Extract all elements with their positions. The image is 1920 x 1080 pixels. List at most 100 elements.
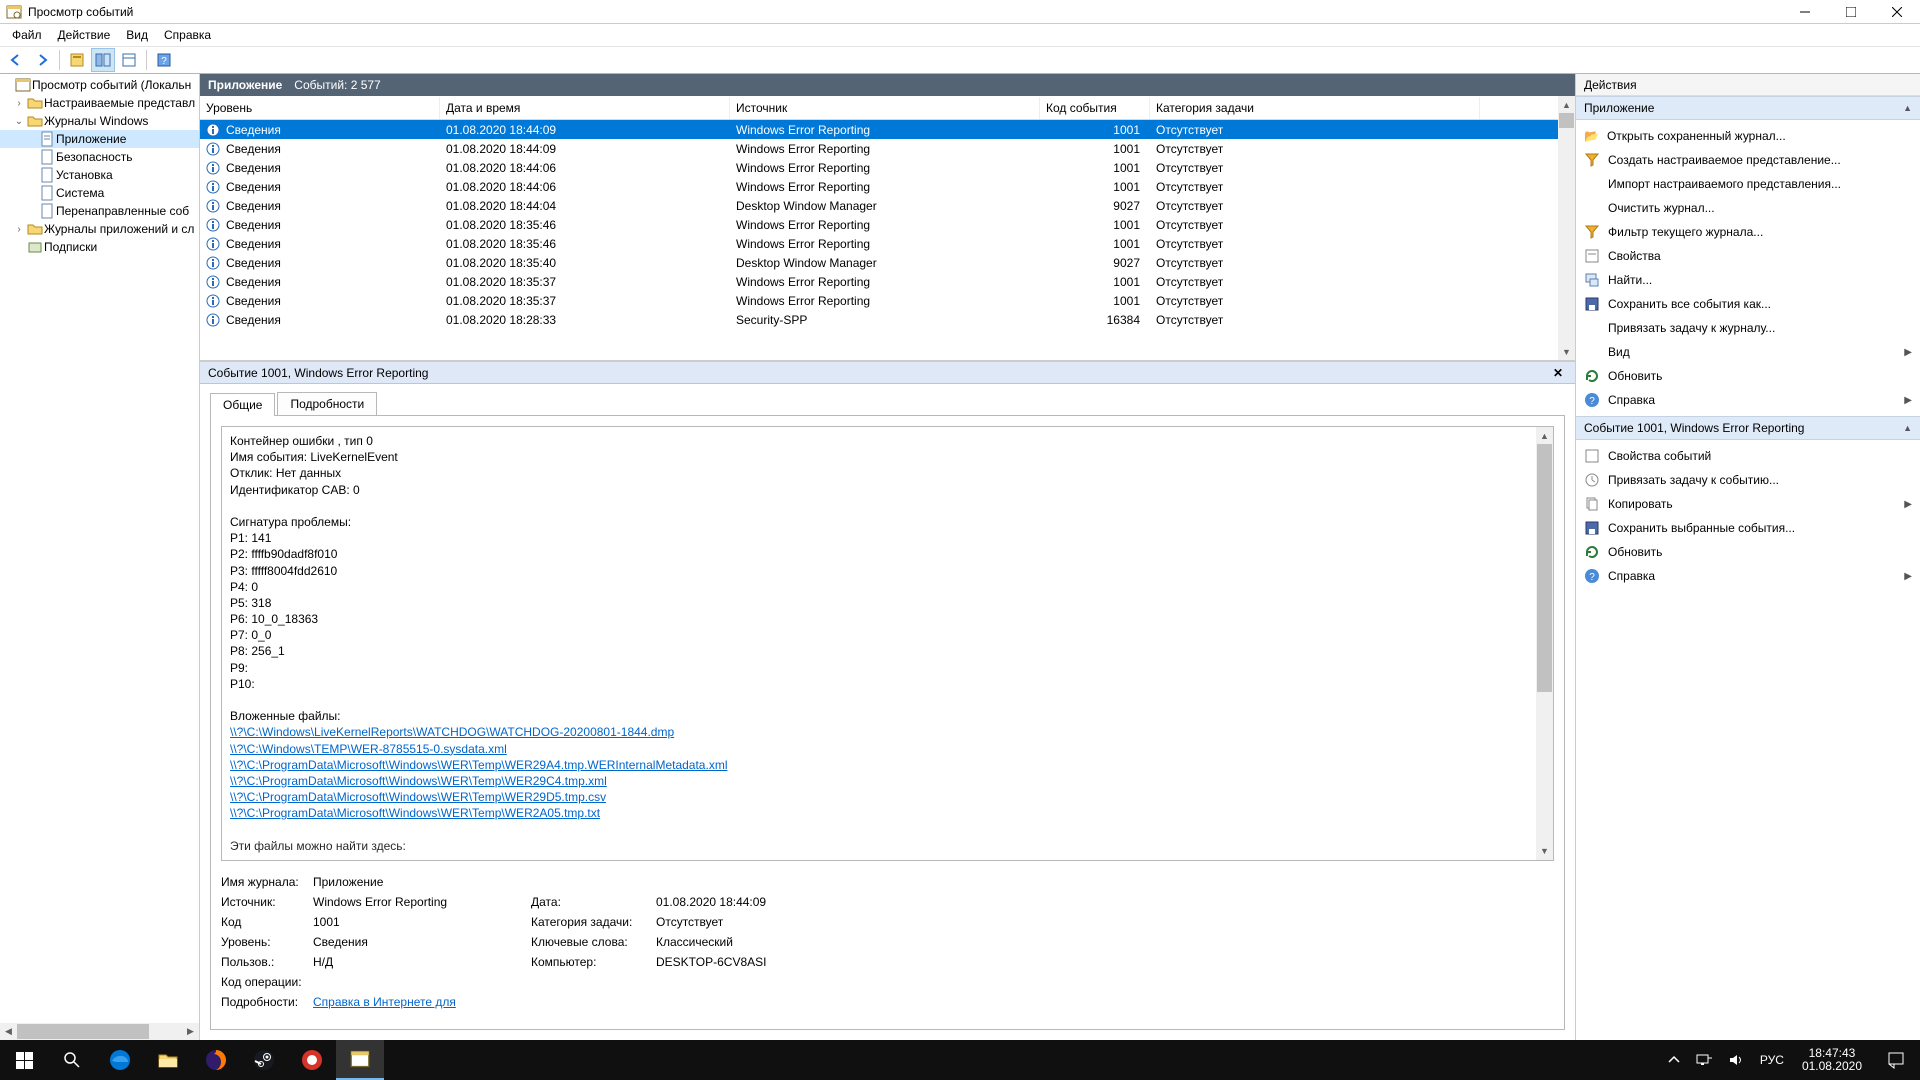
show-tree-button[interactable] xyxy=(65,48,89,72)
action-event-properties[interactable]: Свойства событий xyxy=(1576,444,1920,468)
scroll-thumb[interactable] xyxy=(1559,113,1574,128)
tree-log-forwarded[interactable]: Перенаправленные соб xyxy=(0,202,199,220)
table-row[interactable]: Сведения01.08.2020 18:44:06Windows Error… xyxy=(200,158,1558,177)
taskbar-eventviewer[interactable] xyxy=(336,1040,384,1080)
action-save-all[interactable]: Сохранить все события как... xyxy=(1576,292,1920,316)
scroll-down-icon[interactable]: ▼ xyxy=(1536,843,1553,860)
tree-log-setup[interactable]: Установка xyxy=(0,166,199,184)
table-row[interactable]: Сведения01.08.2020 18:44:09Windows Error… xyxy=(200,120,1558,139)
taskbar-steam[interactable] xyxy=(240,1040,288,1080)
action-attach-task[interactable]: Привязать задачу к журналу... xyxy=(1576,316,1920,340)
toolbar-button-3[interactable] xyxy=(117,48,141,72)
table-row[interactable]: Сведения01.08.2020 18:35:40Desktop Windo… xyxy=(200,253,1558,272)
tab-general[interactable]: Общие xyxy=(210,393,275,416)
attachment-link[interactable]: \\?\C:\ProgramData\Microsoft\Windows\WER… xyxy=(230,806,600,820)
action-refresh[interactable]: Обновить xyxy=(1576,364,1920,388)
col-category[interactable]: Категория задачи xyxy=(1150,97,1480,119)
toolbar-help-button[interactable]: ? xyxy=(152,48,176,72)
scroll-right-icon[interactable]: ▶ xyxy=(182,1023,199,1040)
attachment-link[interactable]: \\?\C:\ProgramData\Microsoft\Windows\WER… xyxy=(230,774,607,788)
taskbar-app-red[interactable] xyxy=(288,1040,336,1080)
scroll-up-icon[interactable]: ▲ xyxy=(1558,96,1575,113)
taskbar-firefox[interactable] xyxy=(192,1040,240,1080)
taskbar-edge[interactable] xyxy=(96,1040,144,1080)
table-row[interactable]: Сведения01.08.2020 18:44:04Desktop Windo… xyxy=(200,196,1558,215)
action-event-attach-task[interactable]: Привязать задачу к событию... xyxy=(1576,468,1920,492)
menu-file[interactable]: Файл xyxy=(4,26,50,44)
start-button[interactable] xyxy=(0,1040,48,1080)
table-row[interactable]: Сведения01.08.2020 18:35:46Windows Error… xyxy=(200,234,1558,253)
scroll-left-icon[interactable]: ◀ xyxy=(0,1023,17,1040)
attachment-link[interactable]: \\?\C:\ProgramData\Microsoft\Windows\WER… xyxy=(230,790,606,804)
action-save-selected[interactable]: Сохранить выбранные события... xyxy=(1576,516,1920,540)
tray-volume-icon[interactable] xyxy=(1720,1040,1752,1080)
table-row[interactable]: Сведения01.08.2020 18:35:37Windows Error… xyxy=(200,291,1558,310)
action-properties[interactable]: Свойства xyxy=(1576,244,1920,268)
tray-overflow-button[interactable] xyxy=(1660,1040,1688,1080)
col-level[interactable]: Уровень xyxy=(200,97,440,119)
action-help-2[interactable]: ?Справка▶ xyxy=(1576,564,1920,588)
grid-vertical-scrollbar[interactable]: ▲ ▼ xyxy=(1558,96,1575,360)
scroll-down-icon[interactable]: ▼ xyxy=(1558,343,1575,360)
action-import-view[interactable]: Импорт настраиваемого представления... xyxy=(1576,172,1920,196)
tab-details[interactable]: Подробности xyxy=(277,392,377,415)
menu-view[interactable]: Вид xyxy=(118,26,156,44)
table-row[interactable]: Сведения01.08.2020 18:35:46Windows Error… xyxy=(200,215,1558,234)
actions-section-log[interactable]: Приложение▲ xyxy=(1576,96,1920,120)
attachment-link[interactable]: \\?\C:\Windows\LiveKernelReports\WATCHDO… xyxy=(230,725,674,739)
event-grid[interactable]: Уровень Дата и время Источник Код событи… xyxy=(200,96,1558,360)
attachment-link[interactable]: \\?\C:\Windows\TEMP\WER-8785515-0.sysdat… xyxy=(230,742,507,756)
action-help[interactable]: ?Справка▶ xyxy=(1576,388,1920,412)
tree-log-system[interactable]: Система xyxy=(0,184,199,202)
scroll-up-icon[interactable]: ▲ xyxy=(1536,427,1553,444)
table-row[interactable]: Сведения01.08.2020 18:44:09Windows Error… xyxy=(200,139,1558,158)
menu-action[interactable]: Действие xyxy=(50,26,119,44)
nav-forward-button[interactable] xyxy=(30,48,54,72)
tray-language[interactable]: РУС xyxy=(1752,1040,1792,1080)
tree-windows-logs[interactable]: ⌄ Журналы Windows xyxy=(0,112,199,130)
actions-section-event[interactable]: Событие 1001, Windows Error Reporting▲ xyxy=(1576,416,1920,440)
tree-log-security[interactable]: Безопасность xyxy=(0,148,199,166)
tree-root[interactable]: Просмотр событий (Локальн xyxy=(0,76,199,94)
detail-close-button[interactable]: ✕ xyxy=(1549,364,1567,382)
window-minimize-button[interactable] xyxy=(1782,0,1828,24)
taskbar-explorer[interactable] xyxy=(144,1040,192,1080)
toolbar-button-2[interactable] xyxy=(91,48,115,72)
window-close-button[interactable] xyxy=(1874,0,1920,24)
nav-back-button[interactable] xyxy=(4,48,28,72)
attachment-link[interactable]: \\?\C:\ProgramData\Microsoft\Windows\WER… xyxy=(230,758,727,772)
col-source[interactable]: Источник xyxy=(730,97,1040,119)
collapse-icon[interactable]: ▲ xyxy=(1903,103,1912,113)
scroll-thumb[interactable] xyxy=(1537,444,1552,692)
action-find[interactable]: Найти... xyxy=(1576,268,1920,292)
tray-clock[interactable]: 18:47:43 01.08.2020 xyxy=(1792,1047,1872,1073)
taskbar-search-button[interactable] xyxy=(48,1040,96,1080)
tree-log-application[interactable]: Приложение xyxy=(0,130,199,148)
tray-network-icon[interactable] xyxy=(1688,1040,1720,1080)
action-filter-log[interactable]: Фильтр текущего журнала... xyxy=(1576,220,1920,244)
event-message[interactable]: Контейнер ошибки , тип 0 Имя события: Li… xyxy=(222,427,1536,860)
message-scrollbar[interactable]: ▲ ▼ xyxy=(1536,427,1553,860)
scroll-thumb[interactable] xyxy=(17,1024,149,1039)
col-date[interactable]: Дата и время xyxy=(440,97,730,119)
collapse-icon[interactable]: ▲ xyxy=(1903,423,1912,433)
online-help-link[interactable]: Справка в Интернете для xyxy=(313,995,456,1009)
action-refresh-2[interactable]: Обновить xyxy=(1576,540,1920,564)
action-create-view[interactable]: Создать настраиваемое представление... xyxy=(1576,148,1920,172)
tree-subscriptions[interactable]: Подписки xyxy=(0,238,199,256)
tray-notifications-button[interactable] xyxy=(1872,1040,1920,1080)
tree-custom-views[interactable]: › Настраиваемые представл xyxy=(0,94,199,112)
col-id[interactable]: Код события xyxy=(1040,97,1150,119)
menu-help[interactable]: Справка xyxy=(156,26,219,44)
table-row[interactable]: Сведения01.08.2020 18:28:33Security-SPP1… xyxy=(200,310,1558,329)
table-row[interactable]: Сведения01.08.2020 18:44:06Windows Error… xyxy=(200,177,1558,196)
action-copy[interactable]: Копировать▶ xyxy=(1576,492,1920,516)
expand-icon[interactable]: › xyxy=(12,98,26,109)
action-clear-log[interactable]: Очистить журнал... xyxy=(1576,196,1920,220)
tree-horizontal-scrollbar[interactable]: ◀ ▶ xyxy=(0,1023,199,1040)
action-view-submenu[interactable]: Вид▶ xyxy=(1576,340,1920,364)
window-maximize-button[interactable] xyxy=(1828,0,1874,24)
collapse-icon[interactable]: ⌄ xyxy=(12,116,26,127)
expand-icon[interactable]: › xyxy=(12,224,26,235)
table-row[interactable]: Сведения01.08.2020 18:35:37Windows Error… xyxy=(200,272,1558,291)
